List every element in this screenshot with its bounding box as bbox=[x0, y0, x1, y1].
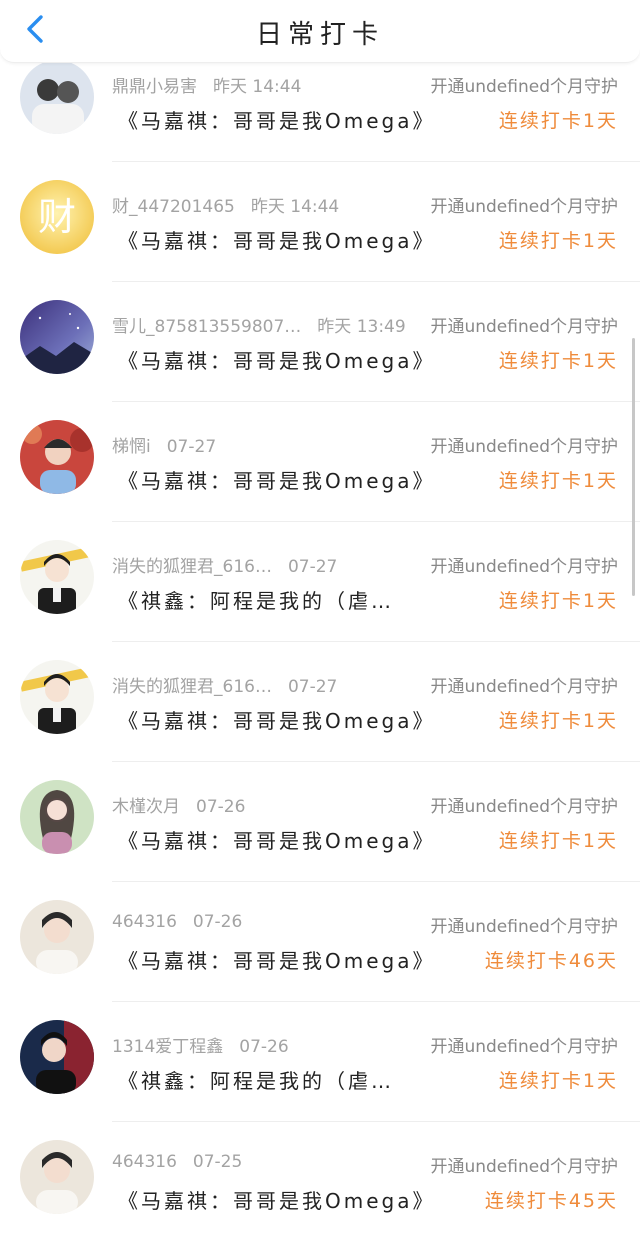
streak-label: 连续打卡1天 bbox=[498, 830, 618, 852]
list-item[interactable]: 464316 07-25 开通undefined个月守护 《马嘉祺：哥哥是我Ome… bbox=[0, 1122, 640, 1242]
timestamp: 07-27 bbox=[166, 437, 217, 457]
guard-text: 开通undefined个月守护 bbox=[430, 437, 618, 457]
streak-label: 连续打卡1天 bbox=[498, 350, 618, 372]
avatar[interactable] bbox=[20, 780, 94, 854]
streak-label: 连续打卡1天 bbox=[498, 230, 618, 252]
streak-label: 连续打卡1天 bbox=[498, 110, 618, 132]
user-meta: 464316 07-26 bbox=[112, 912, 242, 932]
guard-text: 开通undefined个月守护 bbox=[430, 917, 618, 937]
user-meta: 财_447201465 昨天 14:44 bbox=[112, 192, 339, 217]
avatar[interactable] bbox=[20, 1020, 94, 1094]
streak-label: 连续打卡1天 bbox=[498, 710, 618, 732]
username[interactable]: 消失的狐狸君_616… bbox=[112, 552, 272, 577]
user-meta: 消失的狐狸君_616… 07-27 bbox=[112, 552, 337, 577]
book-title[interactable]: 《马嘉祺：哥哥是我Omega》 bbox=[118, 105, 435, 134]
avatar[interactable] bbox=[20, 660, 94, 734]
book-title[interactable]: 《马嘉祺：哥哥是我Omega》 bbox=[118, 465, 435, 494]
timestamp: 07-26 bbox=[196, 797, 246, 817]
username[interactable]: 464316 bbox=[112, 1152, 177, 1172]
guard-text: 开通undefined个月守护 bbox=[430, 1037, 618, 1057]
timestamp: 07-26 bbox=[239, 1037, 289, 1057]
guard-text: 开通undefined个月守护 bbox=[430, 77, 618, 97]
guard-text: 开通undefined个月守护 bbox=[430, 317, 618, 337]
scrollbar[interactable] bbox=[632, 338, 635, 596]
guard-text: 开通undefined个月守护 bbox=[430, 197, 618, 217]
book-title[interactable]: 《马嘉祺：哥哥是我Omega》 bbox=[118, 225, 435, 254]
user-meta: 消失的狐狸君_616… 07-27 bbox=[112, 672, 337, 697]
guard-text: 开通undefined个月守护 bbox=[430, 1157, 618, 1177]
avatar[interactable] bbox=[20, 540, 94, 614]
list-item[interactable]: 梯惘i 07-27 开通undefined个月守护 《马嘉祺：哥哥是我Omega》… bbox=[0, 402, 640, 522]
book-title[interactable]: 《祺鑫：阿程是我的（虐… bbox=[118, 585, 394, 614]
guard-text: 开通undefined个月守护 bbox=[430, 797, 618, 817]
username[interactable]: 雪儿_875813559807… bbox=[112, 312, 301, 337]
timestamp: 昨天 14:44 bbox=[250, 197, 340, 217]
user-meta: 木槿次月 07-26 bbox=[112, 792, 245, 817]
streak-label: 连续打卡1天 bbox=[498, 590, 618, 612]
user-meta: 1314爱丁程鑫 07-26 bbox=[112, 1032, 289, 1057]
username[interactable]: 木槿次月 bbox=[112, 792, 180, 817]
user-meta: 雪儿_875813559807… 昨天 13:49 bbox=[112, 312, 406, 337]
list-item[interactable]: 财 财_447201465 昨天 14:44 开通undefined个月守护 《马… bbox=[0, 162, 640, 282]
guard-text: 开通undefined个月守护 bbox=[430, 557, 618, 577]
svg-text:财: 财 bbox=[38, 195, 76, 239]
list-item[interactable]: 464316 07-26 开通undefined个月守护 《马嘉祺：哥哥是我Ome… bbox=[0, 882, 640, 1002]
book-title[interactable]: 《祺鑫：阿程是我的（虐… bbox=[118, 1065, 394, 1094]
streak-label: 连续打卡46天 bbox=[484, 950, 618, 972]
avatar[interactable] bbox=[20, 1140, 94, 1214]
list-item[interactable]: 雪儿_875813559807… 昨天 13:49 开通undefined个月守护… bbox=[0, 282, 640, 402]
list-item[interactable]: 消失的狐狸君_616… 07-27 开通undefined个月守护 《马嘉祺：哥哥… bbox=[0, 642, 640, 762]
user-meta: 464316 07-25 bbox=[112, 1152, 242, 1172]
list-item[interactable]: 木槿次月 07-26 开通undefined个月守护 《马嘉祺：哥哥是我Omega… bbox=[0, 762, 640, 882]
streak-label: 连续打卡1天 bbox=[498, 470, 618, 492]
avatar[interactable] bbox=[20, 420, 94, 494]
timestamp: 昨天 14:44 bbox=[213, 77, 302, 97]
username[interactable]: 梯惘i bbox=[112, 432, 151, 457]
list-item[interactable]: 消失的狐狸君_616… 07-27 开通undefined个月守护 《祺鑫：阿程是… bbox=[0, 522, 640, 642]
username[interactable]: 消失的狐狸君_616… bbox=[112, 672, 272, 697]
username[interactable]: 1314爱丁程鑫 bbox=[112, 1032, 223, 1057]
book-title[interactable]: 《马嘉祺：哥哥是我Omega》 bbox=[118, 705, 435, 734]
page-title: 日常打卡 bbox=[255, 20, 384, 50]
timestamp: 07-27 bbox=[287, 677, 338, 697]
timestamp: 07-25 bbox=[192, 1152, 243, 1172]
streak-label: 连续打卡1天 bbox=[498, 1070, 618, 1092]
checkin-list: 鼎鼎小易害 昨天 14:44 开通undefined个月守护 《马嘉祺：哥哥是我O… bbox=[0, 42, 640, 1242]
avatar[interactable] bbox=[20, 300, 94, 374]
book-title[interactable]: 《马嘉祺：哥哥是我Omega》 bbox=[118, 945, 435, 974]
guard-text: 开通undefined个月守护 bbox=[430, 677, 618, 697]
avatar[interactable] bbox=[20, 60, 94, 134]
user-meta: 鼎鼎小易害 昨天 14:44 bbox=[112, 72, 301, 97]
app-header: 日常打卡 bbox=[0, 0, 640, 63]
username[interactable]: 鼎鼎小易害 bbox=[112, 72, 197, 97]
username[interactable]: 财_447201465 bbox=[112, 192, 235, 217]
user-meta: 梯惘i 07-27 bbox=[112, 432, 216, 457]
streak-label: 连续打卡45天 bbox=[484, 1190, 618, 1212]
timestamp: 07-26 bbox=[192, 912, 243, 932]
avatar[interactable]: 财 bbox=[20, 180, 94, 254]
timestamp: 昨天 13:49 bbox=[317, 317, 406, 337]
list-item[interactable]: 1314爱丁程鑫 07-26 开通undefined个月守护 《祺鑫：阿程是我的（… bbox=[0, 1002, 640, 1122]
avatar[interactable] bbox=[20, 900, 94, 974]
book-title[interactable]: 《马嘉祺：哥哥是我Omega》 bbox=[118, 345, 435, 374]
book-title[interactable]: 《马嘉祺：哥哥是我Omega》 bbox=[118, 825, 435, 854]
timestamp: 07-27 bbox=[287, 557, 338, 577]
book-title[interactable]: 《马嘉祺：哥哥是我Omega》 bbox=[118, 1185, 435, 1214]
username[interactable]: 464316 bbox=[112, 912, 177, 932]
